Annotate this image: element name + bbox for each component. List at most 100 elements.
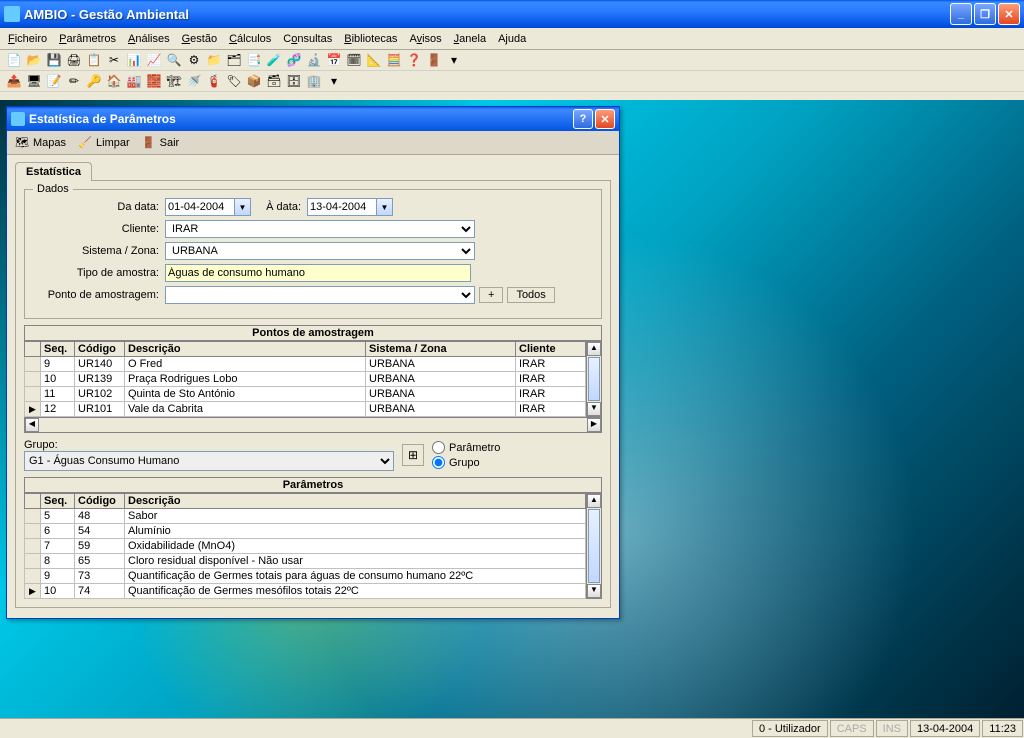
- toolbar-icon[interactable]: 🚿: [186, 73, 202, 89]
- scroll-thumb[interactable]: [588, 357, 600, 401]
- toolbar-icon[interactable]: 📈: [146, 52, 162, 68]
- col-descricao[interactable]: Descrição: [125, 342, 366, 357]
- col-codigo[interactable]: Código: [75, 342, 125, 357]
- toolbar-icon[interactable]: 📐: [366, 52, 382, 68]
- toolbar-dropdown-icon[interactable]: ▾: [446, 52, 462, 68]
- scroll-up-icon[interactable]: ▲: [587, 342, 601, 356]
- toolbar-icon[interactable]: 📅: [326, 52, 342, 68]
- toolbar-icon[interactable]: 💾: [46, 52, 62, 68]
- col-sistema[interactable]: Sistema / Zona: [366, 342, 516, 357]
- param-scrollbar-vertical[interactable]: ▲ ▼: [586, 493, 602, 599]
- toolbar-icon[interactable]: ✂: [106, 52, 122, 68]
- col-cliente[interactable]: Cliente: [516, 342, 586, 357]
- a-data-dropdown-icon[interactable]: ▼: [377, 198, 393, 216]
- table-row[interactable]: 9UR140O FredURBANAIRAR: [25, 357, 586, 372]
- toolbar-icon[interactable]: 📤: [6, 73, 22, 89]
- toolbar-icon[interactable]: 🏢: [306, 73, 322, 89]
- toolbar-icon[interactable]: 📋: [86, 52, 102, 68]
- restore-button[interactable]: ❐: [974, 3, 996, 25]
- tipo-amostra-input[interactable]: [165, 264, 471, 282]
- menu-analises[interactable]: Análises: [128, 33, 170, 45]
- toolbar-icon[interactable]: 📄: [6, 52, 22, 68]
- toolbar-icon[interactable]: 📦: [246, 73, 262, 89]
- toolbar-dropdown-icon[interactable]: ▾: [326, 73, 342, 89]
- toolbar-exit-icon[interactable]: 🚪: [426, 52, 442, 68]
- scroll-up-icon[interactable]: ▲: [587, 494, 601, 508]
- toolbar-icon[interactable]: 🧱: [146, 73, 162, 89]
- toolbar-icon[interactable]: 🧯: [206, 73, 222, 89]
- dialog-close-button[interactable]: ✕: [595, 109, 615, 129]
- toolbar-icon[interactable]: ✏: [66, 73, 82, 89]
- toolbar-icon[interactable]: 🖨: [66, 52, 82, 68]
- table-row[interactable]: ▶1074Quantificação de Germes mesófilos t…: [25, 584, 586, 599]
- table-row[interactable]: 11UR102Quinta de Sto AntónioURBANAIRAR: [25, 387, 586, 402]
- todos-button[interactable]: Todos: [507, 287, 554, 303]
- toolbar-icon[interactable]: 🧮: [386, 52, 402, 68]
- scroll-down-icon[interactable]: ▼: [587, 584, 601, 598]
- tab-estatistica[interactable]: Estatística: [15, 162, 92, 181]
- menu-gestao[interactable]: Gestão: [182, 33, 217, 45]
- menu-bibliotecas[interactable]: Bibliotecas: [344, 33, 397, 45]
- toolbar-icon[interactable]: 🏭: [126, 73, 142, 89]
- plus-button[interactable]: +: [479, 287, 503, 303]
- table-row[interactable]: 759Oxidabilidade (MnO4): [25, 539, 586, 554]
- toolbar-icon[interactable]: ❓: [406, 52, 422, 68]
- col-codigo[interactable]: Código: [75, 494, 125, 509]
- scroll-thumb[interactable]: [588, 509, 600, 583]
- sair-button[interactable]: 🚪Sair: [142, 136, 180, 150]
- toolbar-icon[interactable]: 🧪: [266, 52, 282, 68]
- ponto-amost-select[interactable]: [165, 286, 475, 304]
- table-row[interactable]: 973Quantificação de Germes totais para á…: [25, 569, 586, 584]
- table-row[interactable]: 654Alumínio: [25, 524, 586, 539]
- col-seq[interactable]: Seq.: [41, 342, 75, 357]
- menu-ficheiro[interactable]: Ficheiro: [8, 33, 47, 45]
- toolbar-icon[interactable]: 🗃: [266, 73, 282, 89]
- radio-grupo[interactable]: Grupo: [432, 456, 500, 469]
- sistema-select[interactable]: URBANA: [165, 242, 475, 260]
- pontos-scrollbar-horizontal[interactable]: ◀ ▶: [24, 417, 602, 433]
- toolbar-icon[interactable]: 🔬: [306, 52, 322, 68]
- grupo-select[interactable]: G1 - Águas Consumo Humano: [24, 451, 394, 471]
- scroll-down-icon[interactable]: ▼: [587, 402, 601, 416]
- toolbar-icon[interactable]: 📁: [206, 52, 222, 68]
- minimize-button[interactable]: _: [950, 3, 972, 25]
- table-row[interactable]: 548Sabor: [25, 509, 586, 524]
- toolbar-icon[interactable]: 🏷: [226, 73, 242, 89]
- toolbar-icon[interactable]: 🔍: [166, 52, 182, 68]
- col-seq[interactable]: Seq.: [41, 494, 75, 509]
- menu-consultas[interactable]: Consultas: [283, 33, 332, 45]
- da-data-input[interactable]: [165, 198, 235, 216]
- toolbar-icon[interactable]: 📑: [246, 52, 262, 68]
- toolbar-icon[interactable]: 📊: [126, 52, 142, 68]
- table-row[interactable]: ▶12UR101Vale da CabritaURBANAIRAR: [25, 402, 586, 417]
- scroll-left-icon[interactable]: ◀: [25, 418, 39, 432]
- menu-ajuda[interactable]: Ajuda: [498, 33, 526, 45]
- expand-button[interactable]: ⊞: [402, 444, 424, 466]
- toolbar-icon[interactable]: ⚙: [186, 52, 202, 68]
- toolbar-icon[interactable]: 🗓: [346, 52, 362, 68]
- dialog-help-button[interactable]: ?: [573, 109, 593, 129]
- pontos-scrollbar-vertical[interactable]: ▲ ▼: [586, 341, 602, 417]
- cliente-select[interactable]: IRAR: [165, 220, 475, 238]
- col-descricao[interactable]: Descrição: [125, 494, 586, 509]
- table-row[interactable]: 865Cloro residual disponível - Não usar: [25, 554, 586, 569]
- radio-parametro[interactable]: Parâmetro: [432, 441, 500, 454]
- a-data-input[interactable]: [307, 198, 377, 216]
- toolbar-icon[interactable]: 🗂: [226, 52, 242, 68]
- toolbar-icon[interactable]: 🏠: [106, 73, 122, 89]
- close-button[interactable]: ✕: [998, 3, 1020, 25]
- toolbar-icon[interactable]: 🔑: [86, 73, 102, 89]
- menu-calculos[interactable]: Cálculos: [229, 33, 271, 45]
- da-data-dropdown-icon[interactable]: ▼: [235, 198, 251, 216]
- table-row[interactable]: 10UR139Praça Rodrigues LoboURBANAIRAR: [25, 372, 586, 387]
- scroll-right-icon[interactable]: ▶: [587, 418, 601, 432]
- toolbar-icon[interactable]: 📂: [26, 52, 42, 68]
- toolbar-icon[interactable]: 🏗: [166, 73, 182, 89]
- menu-avisos[interactable]: Avisos: [409, 33, 441, 45]
- toolbar-icon[interactable]: 🗄: [286, 73, 302, 89]
- toolbar-icon[interactable]: 📝: [46, 73, 62, 89]
- toolbar-icon[interactable]: 🖥: [26, 73, 42, 89]
- toolbar-icon[interactable]: 🧬: [286, 52, 302, 68]
- menu-janela[interactable]: Janela: [454, 33, 486, 45]
- mapas-button[interactable]: 🗺Mapas: [15, 136, 66, 150]
